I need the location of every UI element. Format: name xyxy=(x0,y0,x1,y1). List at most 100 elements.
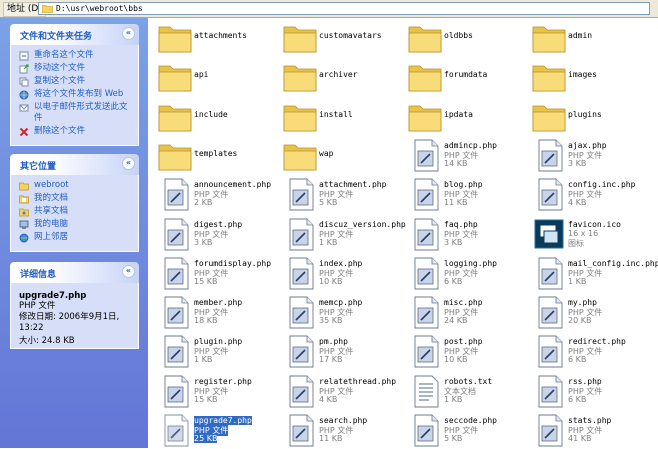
file-item[interactable]: pm.php PHP 文件 17 KB xyxy=(279,332,404,370)
file-item[interactable]: config.inc.php PHP 文件 4 KB xyxy=(528,175,653,213)
folder-item[interactable]: templates xyxy=(154,136,279,174)
folder-item[interactable]: ipdata xyxy=(404,97,529,135)
file-name: member.php xyxy=(194,298,243,308)
collapse-icon[interactable]: « xyxy=(122,27,135,40)
file-item[interactable]: discuz_version.php PHP 文件 1 KB xyxy=(279,215,406,253)
place-link-2[interactable]: 共享文档 xyxy=(19,206,132,217)
folder-item[interactable]: admin xyxy=(528,18,653,56)
task-link-5[interactable]: 删除这个文件 xyxy=(19,126,132,137)
folder-item[interactable]: archiver xyxy=(279,57,404,95)
folder-icon xyxy=(158,144,192,171)
folder-item[interactable]: images xyxy=(528,57,653,95)
file-item[interactable]: misc.php PHP 文件 24 KB xyxy=(404,293,529,331)
folder-item[interactable]: attachments xyxy=(154,18,279,56)
file-item[interactable]: index.php PHP 文件 10 KB xyxy=(279,254,404,292)
file-tasks-header[interactable]: 文件和文件夹任务 « xyxy=(10,24,139,45)
file-size: 24 KB xyxy=(444,316,468,326)
file-item[interactable]: post.php PHP 文件 10 KB xyxy=(404,332,529,370)
collapse-icon[interactable]: « xyxy=(122,157,135,170)
folder-item[interactable]: wap xyxy=(279,136,404,174)
file-size: 25 KB xyxy=(194,434,218,443)
file-item[interactable]: memcp.php PHP 文件 35 KB xyxy=(279,293,404,331)
folder-icon xyxy=(42,5,53,13)
place-link-1[interactable]: 我的文档 xyxy=(19,193,132,204)
file-item[interactable]: favicon.ico 16 x 16 图标 xyxy=(528,215,653,253)
php-file-icon xyxy=(538,335,563,368)
details-header[interactable]: 详细信息 « xyxy=(10,262,139,283)
file-item[interactable]: mail_config.inc.php PHP 文件 1 KB xyxy=(528,254,658,292)
file-name: include xyxy=(194,109,228,119)
file-item[interactable]: ajax.php PHP 文件 3 KB xyxy=(528,136,653,174)
file-item[interactable]: seccode.php PHP 文件 5 KB xyxy=(404,411,529,449)
place-link-0[interactable]: webroot xyxy=(19,180,132,191)
php-file-icon xyxy=(289,257,314,290)
file-name: my.php xyxy=(568,298,597,308)
file-item[interactable]: robots.txt 文本文档 1 KB xyxy=(404,372,529,410)
task-link-2[interactable]: 复制这个文件 xyxy=(19,76,132,87)
file-item[interactable]: admincp.php PHP 文件 14 KB xyxy=(404,136,529,174)
folder-item[interactable]: api xyxy=(154,57,279,95)
other-places-header[interactable]: 其它位置 « xyxy=(10,154,139,175)
folder-item[interactable]: plugins xyxy=(528,97,653,135)
folder-item[interactable]: oldbbs xyxy=(404,18,529,56)
file-name: discuz_version.php xyxy=(319,219,406,229)
php-file-icon xyxy=(289,296,314,329)
php-file-icon xyxy=(414,178,439,211)
task-link-label: 将这个文件发布到 Web xyxy=(34,89,124,99)
my-documents-icon xyxy=(19,195,29,204)
file-name: seccode.php xyxy=(444,416,497,425)
file-name: oldbbs xyxy=(444,31,473,40)
file-size: 15 KB xyxy=(194,394,218,404)
file-size: 14 KB xyxy=(444,158,468,168)
php-file-icon xyxy=(538,414,563,447)
file-item[interactable]: blog.php PHP 文件 11 KB xyxy=(404,175,529,213)
task-link-label: 重命名这个文件 xyxy=(34,50,94,60)
other-places-panel: 其它位置 « webroot 我的文档共享文档我的电脑网上邻居 xyxy=(10,154,139,252)
file-name: stats.php xyxy=(568,416,612,425)
task-link-1[interactable]: 移动这个文件 xyxy=(19,63,132,74)
file-item[interactable]: rss.php PHP 文件 6 KB xyxy=(528,372,653,410)
file-name: index.php xyxy=(319,258,363,268)
folder-icon xyxy=(158,26,192,53)
collapse-icon[interactable]: « xyxy=(122,265,135,278)
file-item[interactable]: search.php PHP 文件 11 KB xyxy=(279,411,404,449)
task-link-label: 以电子邮件形式发送此文件 xyxy=(34,102,128,123)
task-link-3[interactable]: 将这个文件发布到 Web xyxy=(19,89,132,100)
file-item[interactable]: announcement.php PHP 文件 2 KB xyxy=(154,175,279,213)
rename-icon xyxy=(19,51,29,61)
folder-item[interactable]: include xyxy=(154,97,279,135)
file-item[interactable]: logging.php PHP 文件 6 KB xyxy=(404,254,529,292)
file-name: search.php xyxy=(319,416,368,425)
other-places-list: webroot 我的文档共享文档我的电脑网上邻居 xyxy=(10,175,139,252)
file-item[interactable]: digest.php PHP 文件 3 KB xyxy=(154,215,279,253)
file-size: 1 KB xyxy=(194,355,213,365)
file-item[interactable]: redirect.php PHP 文件 6 KB xyxy=(528,332,653,370)
folder-item[interactable]: install xyxy=(279,97,404,135)
file-item[interactable]: plugin.php PHP 文件 1 KB xyxy=(154,332,279,370)
file-size: 1 KB xyxy=(568,276,587,286)
file-item[interactable]: upgrade7.php PHP 文件 25 KB xyxy=(154,411,279,449)
file-size: 10 KB xyxy=(319,276,343,286)
file-size: 6 KB xyxy=(568,355,587,365)
folder-item[interactable]: customavatars xyxy=(279,18,404,56)
file-name: config.inc.php xyxy=(568,180,636,190)
file-item[interactable]: my.php PHP 文件 20 KB xyxy=(528,293,653,331)
file-name: images xyxy=(568,70,597,80)
file-item[interactable]: register.php PHP 文件 15 KB xyxy=(154,372,279,410)
file-name: pm.php xyxy=(319,337,348,347)
file-item[interactable]: member.php PHP 文件 18 KB xyxy=(154,293,279,331)
file-name: robots.txt xyxy=(444,376,493,386)
file-item[interactable]: stats.php PHP 文件 41 KB xyxy=(528,411,653,449)
place-link-3[interactable]: 我的电脑 xyxy=(19,219,132,230)
php-file-icon xyxy=(414,335,439,368)
file-item[interactable]: faq.php PHP 文件 3 KB xyxy=(404,215,529,253)
file-item[interactable]: forumdisplay.php PHP 文件 15 KB xyxy=(154,254,279,292)
file-item[interactable]: attachment.php PHP 文件 5 KB xyxy=(279,175,404,213)
task-link-0[interactable]: 重命名这个文件 xyxy=(19,50,132,61)
task-link-4[interactable]: 以电子邮件形式发送此文件 xyxy=(19,102,132,124)
address-input[interactable]: D:\usr\webroot\bbs xyxy=(38,2,650,15)
place-link-4[interactable]: 网上邻居 xyxy=(19,232,132,243)
file-item[interactable]: relatethread.php PHP 文件 4 KB xyxy=(279,372,404,410)
file-name: admin xyxy=(568,31,593,40)
folder-item[interactable]: forumdata xyxy=(404,57,529,95)
